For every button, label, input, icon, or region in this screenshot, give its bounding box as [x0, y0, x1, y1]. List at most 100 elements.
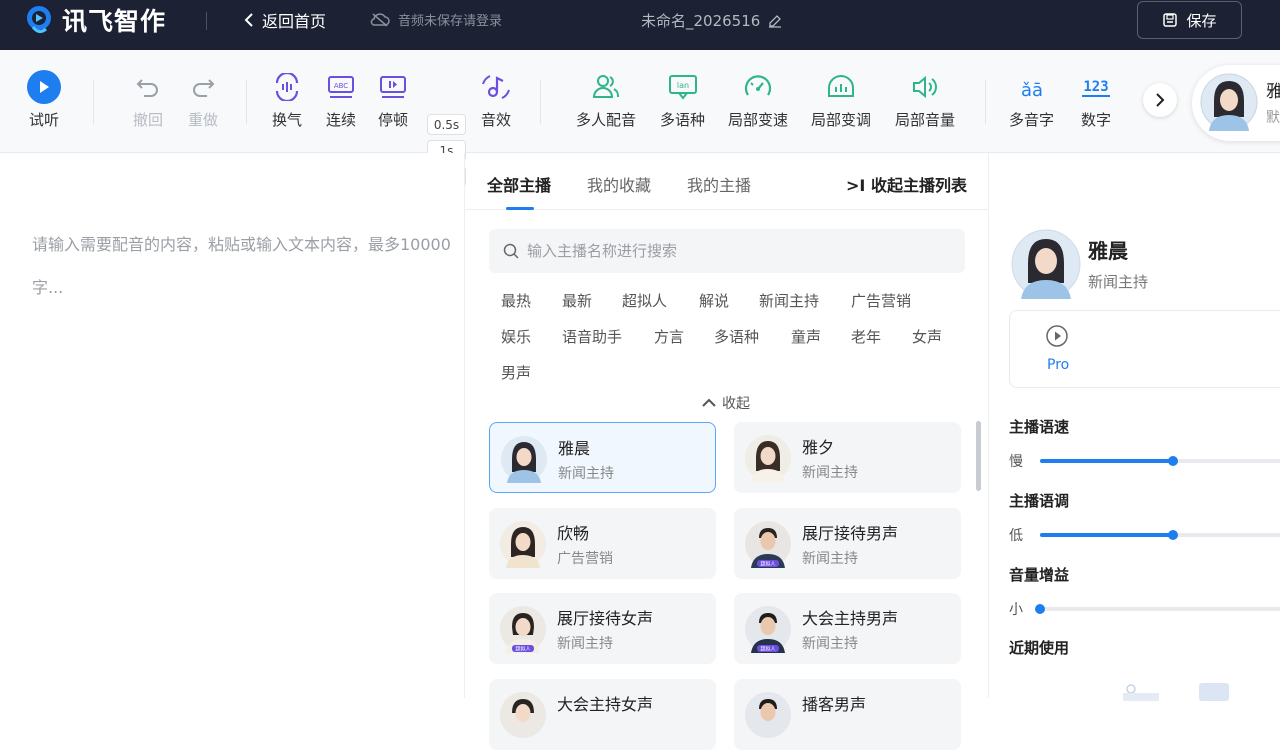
tab-my-anchors[interactable]: 我的主播 — [687, 172, 751, 196]
avatar: 超拟人 — [745, 521, 791, 568]
category-hot[interactable]: 最热 — [501, 290, 531, 311]
local-speed-button[interactable]: 局部变速 — [728, 70, 788, 130]
doc-name-text: 未命名_2026516 — [641, 12, 761, 30]
anchor-tag: 新闻主持 — [802, 465, 858, 481]
gain-slider-handle[interactable] — [1035, 604, 1045, 614]
speed-slider[interactable] — [1040, 456, 1280, 466]
breath-button[interactable]: 换气 — [272, 70, 302, 130]
speed-slider-handle[interactable] — [1167, 456, 1178, 466]
effects-button[interactable]: 音效 — [480, 70, 512, 130]
tab-all-anchors[interactable]: 全部主播 — [487, 172, 551, 196]
multi-lang-button[interactable]: lan 多语种 — [660, 70, 705, 130]
avatar — [1200, 73, 1258, 131]
chevron-right-icon — [1156, 93, 1165, 107]
category-multilingual[interactable]: 多语种 — [714, 326, 759, 347]
speed-min-label: 慢 — [1009, 454, 1023, 470]
gain-label: 音量增益 — [1009, 566, 1070, 584]
anchor-card[interactable]: 欣畅 广告营销 — [489, 508, 716, 579]
top-bar: 讯飞智作 返回首页 音频未保存请登录 未命名_2026516 保存 — [0, 0, 1280, 50]
toolbar-next-button[interactable] — [1143, 83, 1177, 117]
users-icon — [592, 75, 620, 98]
unsaved-status: 音频未保存请登录 — [370, 10, 502, 29]
anchor-tag: 新闻主持 — [558, 466, 614, 482]
undo-button[interactable]: 撤回 — [133, 70, 163, 130]
polyphone-button[interactable]: ǎā 多音字 — [1009, 70, 1054, 130]
anchor-name: 欣畅 — [557, 524, 590, 543]
toolbar: 试听 撤回 重做 换气 ABC 连续 停顿 0.5s 1s 2s 音效 多人配音… — [0, 50, 1280, 187]
pitch-label: 主播语调 — [1009, 492, 1070, 510]
pitch-slider-handle[interactable] — [1167, 530, 1178, 540]
search-input[interactable] — [527, 242, 927, 260]
anchor-name: 展厅接待女声 — [557, 609, 654, 628]
category-hyper-real[interactable]: 超拟人 — [622, 290, 667, 311]
redo-icon — [193, 79, 215, 97]
text-editor[interactable]: 请输入需要配音的内容，粘贴或输入文本内容，最多10000字... — [0, 153, 465, 698]
play-circle-icon[interactable] — [1046, 325, 1068, 347]
category-child[interactable]: 童声 — [791, 326, 821, 347]
anchor-name: 播客男声 — [802, 695, 867, 714]
category-narration[interactable]: 解说 — [699, 290, 729, 311]
fold-label: 收起 — [722, 396, 750, 412]
speedometer-icon — [744, 75, 772, 96]
anchor-card[interactable]: 雅晨 新闻主持 — [489, 422, 716, 493]
anchor-list-scrollbar[interactable] — [976, 421, 981, 491]
anchor-card[interactable]: 超拟人 展厅接待女声 新闻主持 — [489, 593, 716, 664]
category-assistant[interactable]: 语音助手 — [562, 326, 622, 347]
number-button[interactable]: 123 数字 — [1080, 70, 1112, 130]
pro-sample-card[interactable]: Pro — [1009, 310, 1280, 388]
edit-icon[interactable] — [768, 14, 782, 28]
logo-text: 讯飞智作 — [62, 7, 167, 36]
category-news[interactable]: 新闻主持 — [759, 290, 819, 311]
redo-button[interactable]: 重做 — [188, 70, 218, 130]
save-button[interactable]: 保存 — [1137, 1, 1242, 39]
svg-text:lan: lan — [676, 81, 688, 90]
liaison-label: 连续 — [326, 111, 357, 129]
category-male[interactable]: 男声 — [501, 362, 531, 383]
pause-option-0.5s[interactable]: 0.5s — [427, 114, 466, 135]
multi-voice-button[interactable]: 多人配音 — [576, 70, 636, 130]
unsaved-text: 音频未保存请登录 — [398, 14, 503, 29]
liaison-icon: ABC — [328, 76, 354, 98]
anchor-card[interactable]: 超拟人 大会主持男声 新闻主持 — [734, 593, 961, 664]
doc-name[interactable]: 未命名_2026516 — [641, 10, 782, 31]
pause-button[interactable]: 停顿 — [378, 70, 408, 130]
liaison-button[interactable]: ABC 连续 — [326, 70, 356, 130]
anchor-tag: 广告营销 — [557, 551, 613, 567]
local-speed-label: 局部变速 — [728, 111, 789, 129]
back-home-link[interactable]: 返回首页 — [244, 9, 326, 31]
local-volume-label: 局部音量 — [895, 111, 956, 129]
category-entertainment[interactable]: 娱乐 — [501, 326, 531, 347]
number-icon: 123 — [1082, 79, 1110, 97]
anchor-card[interactable]: 雅夕 新闻主持 — [734, 422, 961, 493]
category-elderly[interactable]: 老年 — [851, 326, 881, 347]
local-pitch-label: 局部变调 — [811, 111, 872, 129]
pitch-slider[interactable] — [1040, 530, 1280, 540]
category-ads[interactable]: 广告营销 — [851, 290, 911, 311]
preview-button[interactable]: 试听 — [27, 70, 61, 130]
gain-slider[interactable] — [1035, 604, 1280, 614]
category-dialect[interactable]: 方言 — [654, 326, 684, 347]
local-volume-button[interactable]: 局部音量 — [895, 70, 955, 130]
current-anchor-card[interactable]: 雅 默 — [1192, 65, 1280, 141]
anchor-tag: 新闻主持 — [557, 636, 613, 652]
polyphone-label: 多音字 — [1009, 111, 1055, 129]
anchor-search[interactable] — [489, 229, 965, 273]
tab-favorites[interactable]: 我的收藏 — [587, 172, 651, 196]
anchor-card[interactable]: 超拟人 展厅接待男声 新闻主持 — [734, 508, 961, 579]
logo[interactable]: 讯飞智作 — [24, 0, 166, 40]
anchor-name: 雅晨 — [558, 439, 591, 458]
fold-categories-button[interactable]: 收起 — [702, 393, 750, 413]
local-pitch-button[interactable]: 局部变调 — [811, 70, 871, 130]
volume-icon — [913, 75, 937, 99]
anchor-card[interactable]: 大会主持女声 — [489, 679, 716, 750]
anchor-card[interactable]: 播客男声 — [734, 679, 961, 750]
collapse-list-button[interactable]: >I 收起主播列表 — [846, 172, 967, 196]
multi-lang-label: 多语种 — [660, 111, 706, 129]
number-label: 数字 — [1080, 111, 1111, 129]
effects-label: 音效 — [480, 111, 511, 129]
breath-label: 换气 — [272, 111, 303, 129]
category-female[interactable]: 女声 — [912, 326, 942, 347]
avatar — [501, 436, 547, 483]
category-new[interactable]: 最新 — [562, 290, 592, 311]
anchor-name: 展厅接待男声 — [802, 524, 899, 543]
